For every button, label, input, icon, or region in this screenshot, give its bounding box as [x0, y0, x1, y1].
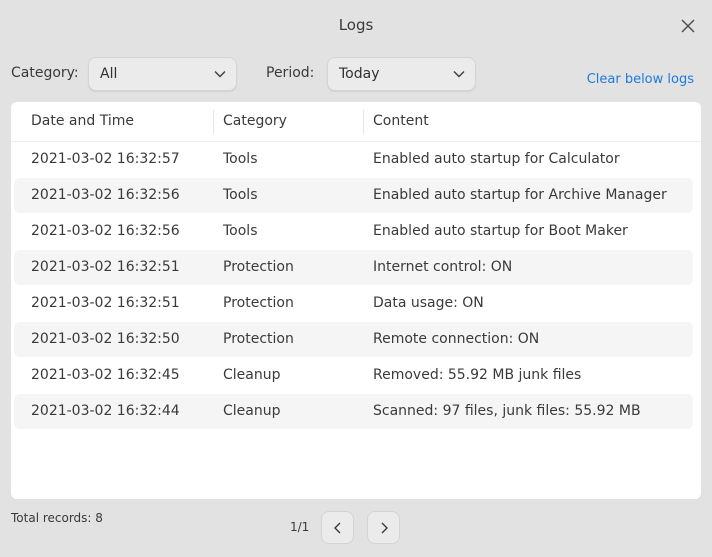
- cell-content: Removed: 55.92 MB junk files: [373, 367, 582, 383]
- cell-content: Data usage: ON: [373, 295, 484, 311]
- table-row[interactable]: 2021-03-02 16:32:51 Protection Data usag…: [14, 286, 693, 321]
- cell-datetime: 2021-03-02 16:32:56: [31, 187, 180, 203]
- table-row[interactable]: 2021-03-02 16:32:56 Tools Enabled auto s…: [14, 214, 693, 249]
- column-divider[interactable]: [213, 110, 214, 134]
- category-select-value: All: [100, 66, 118, 82]
- cell-content: Enabled auto startup for Archive Manager: [373, 187, 667, 203]
- table-row[interactable]: 2021-03-02 16:32:45 Cleanup Removed: 55.…: [14, 358, 693, 393]
- cell-content: Internet control: ON: [373, 259, 513, 275]
- column-header-category[interactable]: Category: [223, 113, 287, 129]
- column-header-content[interactable]: Content: [373, 113, 429, 129]
- cell-datetime: 2021-03-02 16:32:50: [31, 331, 180, 347]
- logs-table: Date and Time Category Content 2021-03-0…: [11, 102, 701, 499]
- cell-category: Protection: [223, 295, 294, 311]
- cell-datetime: 2021-03-02 16:32:51: [31, 259, 180, 275]
- close-button[interactable]: [678, 16, 698, 36]
- table-row[interactable]: 2021-03-02 16:32:56 Tools Enabled auto s…: [14, 178, 693, 213]
- logs-dialog: Logs Category: All Period: Today Clear b…: [0, 0, 712, 557]
- next-page-button[interactable]: [367, 511, 400, 544]
- column-divider[interactable]: [363, 110, 364, 134]
- cell-category: Tools: [223, 151, 258, 167]
- table-row[interactable]: 2021-03-02 16:32:57 Tools Enabled auto s…: [14, 142, 693, 177]
- cell-category: Tools: [223, 223, 258, 239]
- cell-category: Protection: [223, 259, 294, 275]
- column-header-datetime[interactable]: Date and Time: [31, 113, 134, 129]
- page-indicator: 1/1: [290, 520, 310, 534]
- total-records: Total records: 8: [11, 511, 103, 525]
- cell-category: Protection: [223, 331, 294, 347]
- filter-bar: Category: All Period: Today Clear below …: [11, 57, 701, 91]
- table-row[interactable]: 2021-03-02 16:32:44 Cleanup Scanned: 97 …: [14, 394, 693, 429]
- cell-content: Scanned: 97 files, junk files: 55.92 MB: [373, 403, 641, 419]
- cell-content: Enabled auto startup for Calculator: [373, 151, 620, 167]
- chevron-left-icon: [334, 522, 341, 534]
- table-header: Date and Time Category Content: [11, 102, 701, 142]
- chevron-down-icon: [214, 71, 226, 78]
- cell-category: Cleanup: [223, 367, 281, 383]
- period-select-value: Today: [339, 66, 380, 82]
- cell-category: Cleanup: [223, 403, 281, 419]
- cell-datetime: 2021-03-02 16:32:57: [31, 151, 180, 167]
- dialog-title: Logs: [338, 16, 374, 34]
- cell-datetime: 2021-03-02 16:32:45: [31, 367, 180, 383]
- table-row[interactable]: 2021-03-02 16:32:51 Protection Internet …: [14, 250, 693, 285]
- chevron-down-icon: [453, 71, 465, 78]
- table-row[interactable]: 2021-03-02 16:32:50 Protection Remote co…: [14, 322, 693, 357]
- category-select[interactable]: All: [88, 57, 237, 91]
- cell-content: Enabled auto startup for Boot Maker: [373, 223, 628, 239]
- close-icon: [681, 19, 695, 33]
- prev-page-button[interactable]: [321, 511, 354, 544]
- chevron-right-icon: [381, 522, 388, 534]
- cell-datetime: 2021-03-02 16:32:56: [31, 223, 180, 239]
- cell-datetime: 2021-03-02 16:32:44: [31, 403, 180, 419]
- period-select[interactable]: Today: [327, 57, 476, 91]
- cell-datetime: 2021-03-02 16:32:51: [31, 295, 180, 311]
- cell-category: Tools: [223, 187, 258, 203]
- cell-content: Remote connection: ON: [373, 331, 540, 347]
- clear-logs-link[interactable]: Clear below logs: [587, 72, 694, 87]
- category-label: Category:: [11, 65, 79, 81]
- period-label: Period:: [266, 65, 315, 81]
